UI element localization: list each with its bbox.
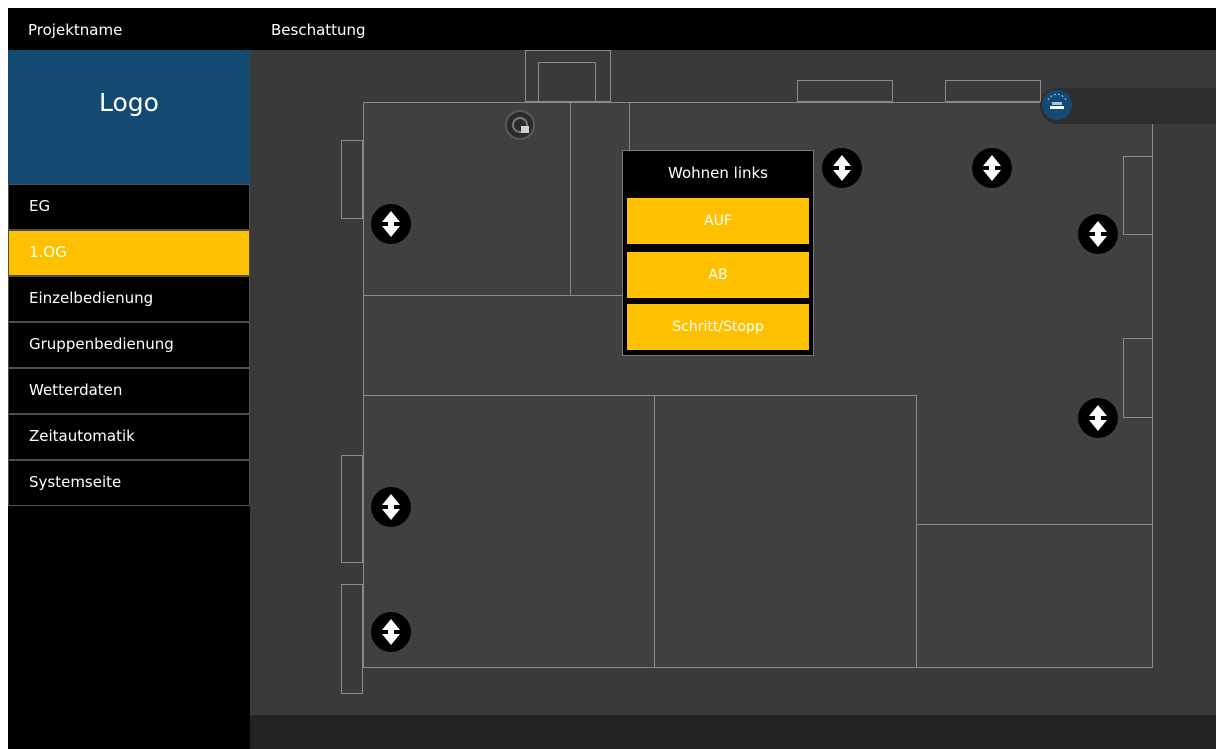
- shade-up-down-icon[interactable]: [371, 204, 411, 244]
- page-title: Beschattung: [271, 21, 366, 39]
- wall: [916, 524, 1153, 525]
- shade-up-down-icon[interactable]: [822, 148, 862, 188]
- sidebar-item-1og[interactable]: 1.OG: [8, 230, 250, 276]
- sidebar-item-label: Einzelbedienung: [29, 289, 154, 307]
- shade-up-down-icon[interactable]: [972, 148, 1012, 188]
- sidebar-item-label: Zeitautomatik: [29, 427, 135, 445]
- window: [945, 80, 1041, 102]
- shade-down-button[interactable]: AB: [627, 252, 809, 298]
- sidebar: Logo EG 1.OG Einzelbedienung Gruppenbedi…: [8, 50, 250, 749]
- sidebar-item-label: Systemseite: [29, 473, 122, 491]
- shade-step-stop-button[interactable]: Schritt/Stopp: [627, 304, 809, 350]
- window: [797, 80, 893, 102]
- sidebar-item-eg[interactable]: EG: [8, 184, 250, 230]
- sidebar-item-label: Wetterdaten: [29, 381, 123, 399]
- project-name: Projektname: [28, 21, 123, 39]
- shade-control-popup: Wohnen links AUF AB Schritt/Stopp: [622, 150, 814, 356]
- app-window: Projektname Beschattung Logo EG 1.OG Ein…: [8, 8, 1216, 749]
- logo: Logo: [8, 50, 250, 184]
- sidebar-item-label: EG: [29, 197, 51, 215]
- shade-up-down-icon[interactable]: [371, 487, 411, 527]
- shade-up-down-icon[interactable]: [371, 612, 411, 652]
- sidebar-item-label: Gruppenbedienung: [29, 335, 174, 353]
- wall: [916, 395, 917, 525]
- window: [341, 584, 363, 694]
- sidebar-item-zeitautomatik[interactable]: Zeitautomatik: [8, 414, 250, 460]
- shade-up-down-icon[interactable]: [1078, 398, 1118, 438]
- room: [916, 524, 1153, 668]
- sidebar-item-gruppenbedienung[interactable]: Gruppenbedienung: [8, 322, 250, 368]
- shade-up-down-icon[interactable]: [1078, 214, 1118, 254]
- weather-icon: [1042, 90, 1072, 120]
- window: [538, 62, 596, 102]
- window: [341, 140, 363, 219]
- room: [570, 102, 630, 296]
- sidebar-item-einzelbedienung[interactable]: Einzelbedienung: [8, 276, 250, 322]
- camera-icon[interactable]: [505, 110, 535, 140]
- room: [654, 395, 917, 668]
- window: [341, 455, 363, 563]
- sidebar-item-label: 1.OG: [29, 243, 67, 261]
- weather-widget[interactable]: [1040, 88, 1216, 124]
- room: [363, 102, 571, 296]
- top-bar: Projektname Beschattung: [8, 8, 1216, 50]
- sidebar-item-wetterdaten[interactable]: Wetterdaten: [8, 368, 250, 414]
- shade-up-button[interactable]: AUF: [627, 198, 809, 244]
- footer-bar: [250, 715, 1216, 749]
- window: [1123, 338, 1153, 418]
- popup-title: Wohnen links: [668, 164, 768, 182]
- window: [1123, 156, 1153, 235]
- sidebar-item-systemseite[interactable]: Systemseite: [8, 460, 250, 506]
